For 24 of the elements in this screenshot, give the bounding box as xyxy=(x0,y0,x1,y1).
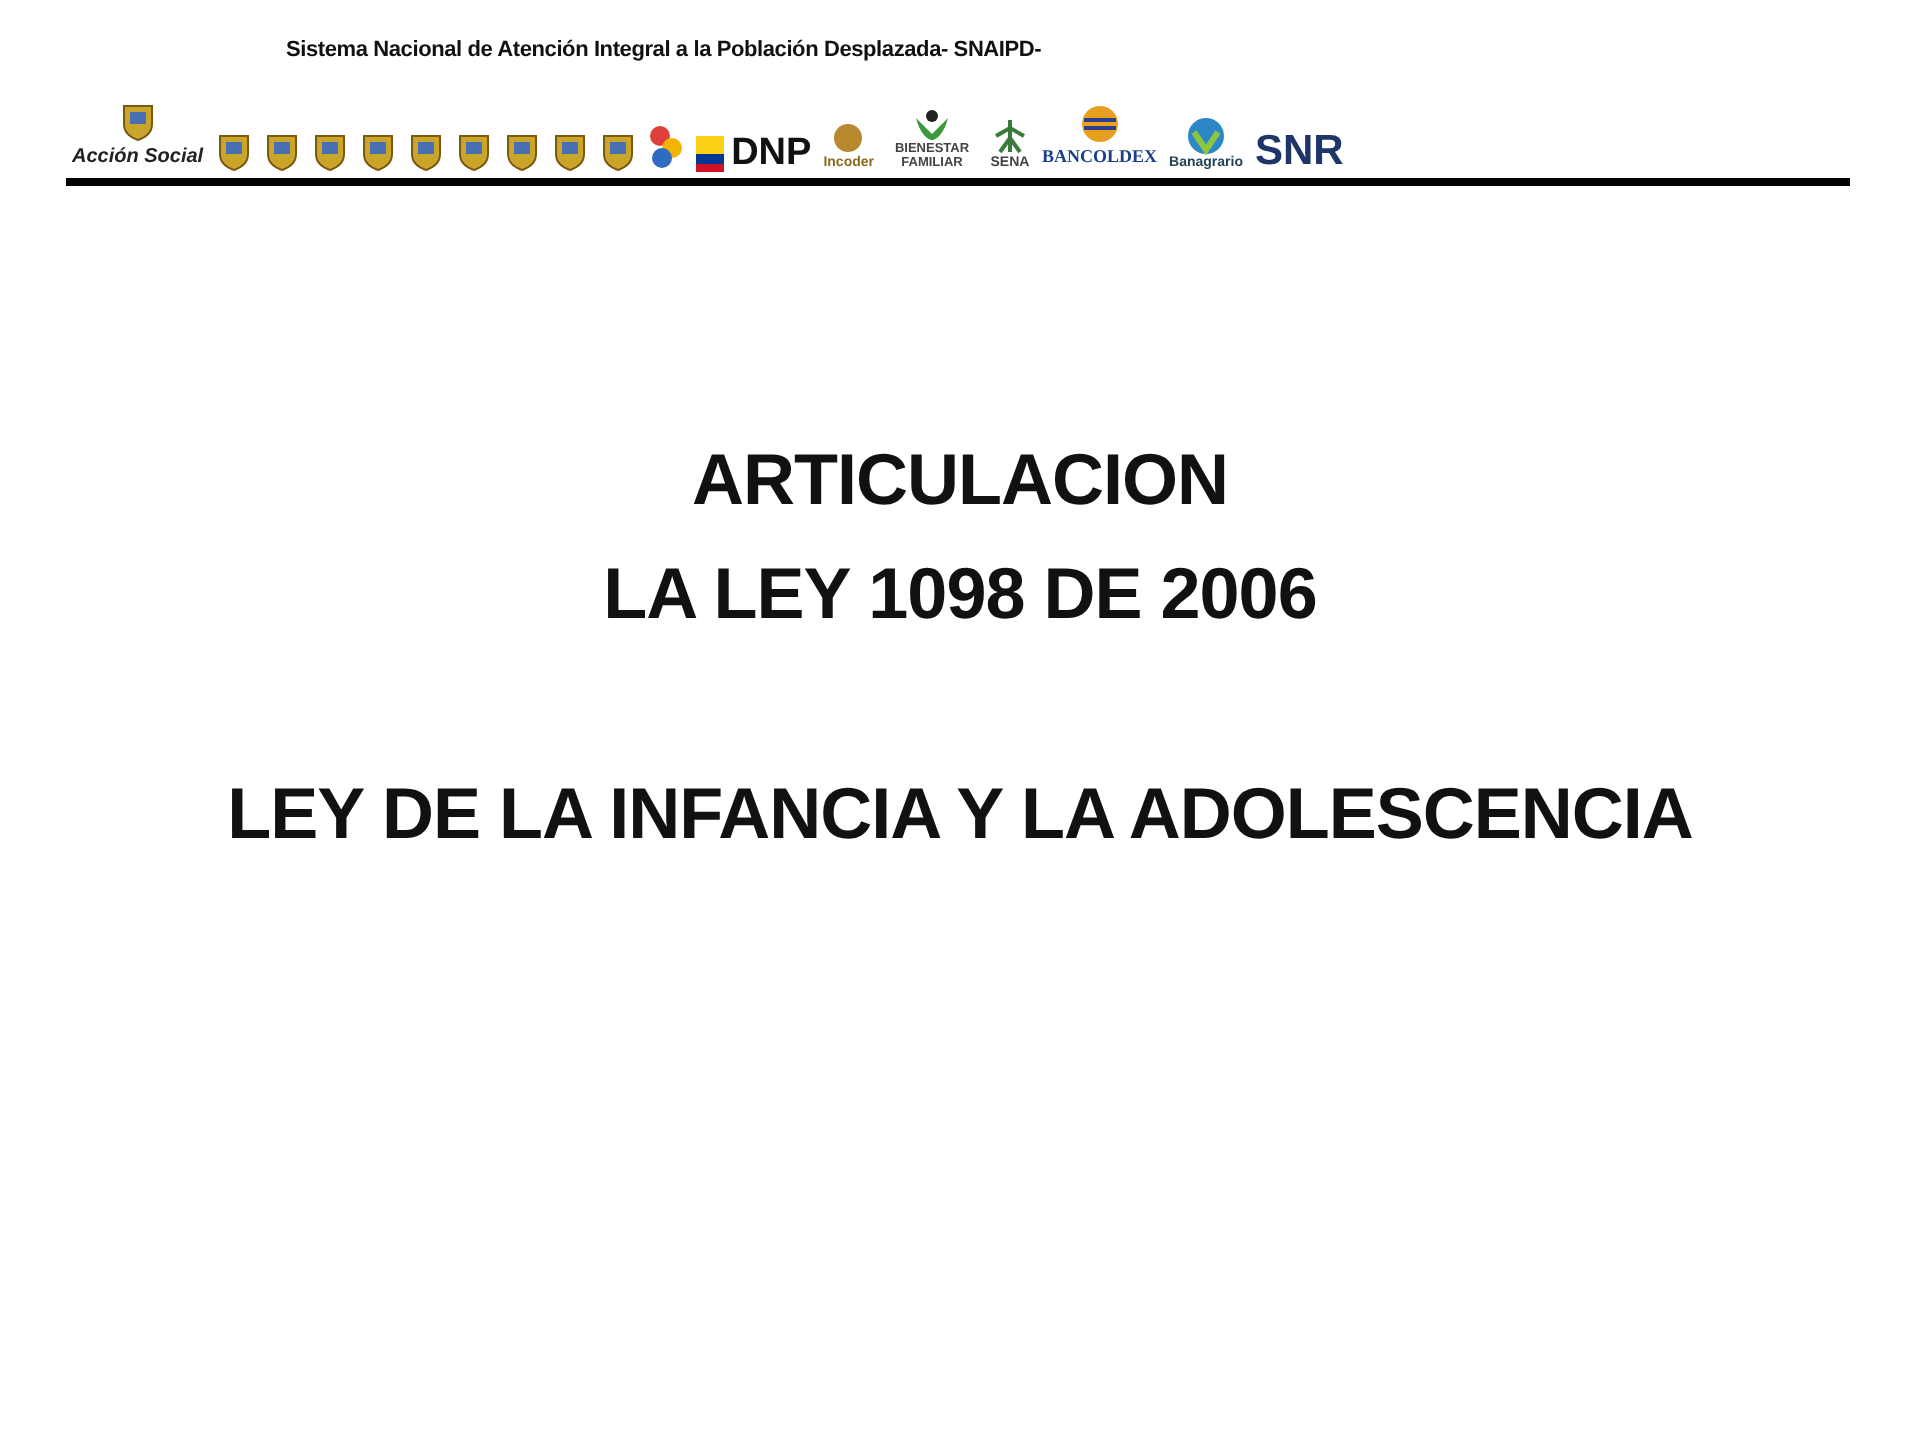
crest-icon xyxy=(455,131,492,171)
logo-text: DNP xyxy=(731,133,812,171)
crest-icon xyxy=(359,131,396,171)
crest-icon xyxy=(407,131,444,171)
crest-icon xyxy=(119,101,156,141)
logo-text: Acción Social xyxy=(72,143,204,171)
crest-icon xyxy=(263,131,300,171)
crest-icon xyxy=(311,131,348,171)
crest-icon xyxy=(503,131,540,171)
crest-icon xyxy=(215,131,252,171)
crest-icon xyxy=(599,131,636,171)
hands-icon xyxy=(914,106,950,143)
crest-icon xyxy=(551,131,588,171)
seal-icon xyxy=(832,119,865,156)
leaf-icon xyxy=(1186,115,1226,156)
logo-text: SNR xyxy=(1254,129,1344,171)
figure-icon xyxy=(990,115,1030,156)
header-text: Sistema Nacional de Atención Integral a la Población Desplazada- SNAIPD- xyxy=(284,36,1044,66)
subtitle: LEY DE LA INFANCIA Y LA ADOLESCENCIA xyxy=(225,769,1695,858)
title-line: LA LEY 1098 DE 2006 xyxy=(601,550,1319,639)
globe-icon xyxy=(1079,104,1120,144)
title-line: ARTICULACION xyxy=(690,435,1230,523)
flag-icon xyxy=(695,135,724,171)
logo-text: BANCOLDEX xyxy=(1042,144,1158,170)
